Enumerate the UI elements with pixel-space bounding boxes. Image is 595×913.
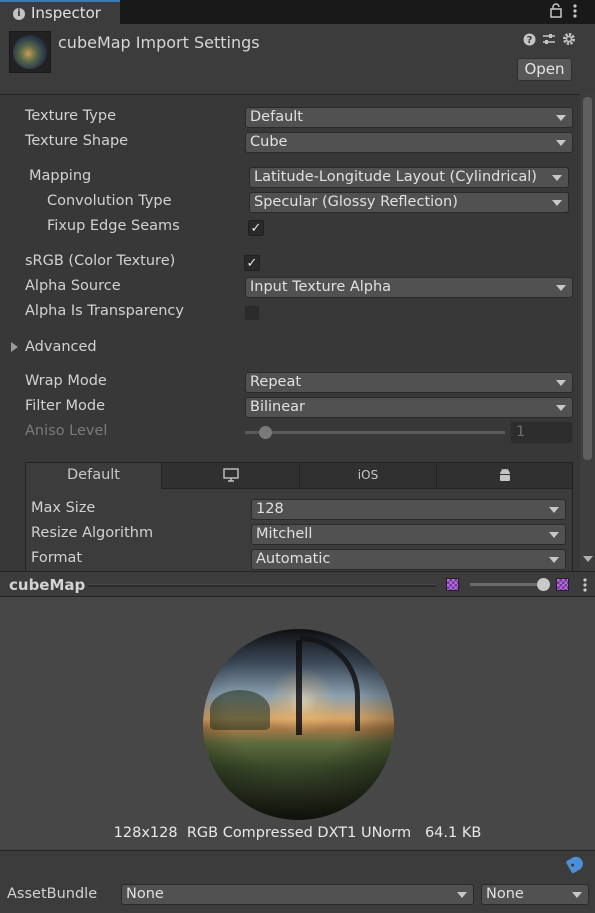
aniso-level-slider[interactable] <box>245 431 505 434</box>
texture-type-dropdown[interactable]: Default <box>245 107 573 128</box>
alpha-source-value: Input Texture Alpha <box>250 279 392 295</box>
texture-shape-label: Texture Shape <box>25 133 129 149</box>
asset-bundle-name-dropdown[interactable]: None <box>121 884 474 905</box>
filter-mode-dropdown[interactable]: Bilinear <box>245 397 573 418</box>
chevron-down-icon <box>572 892 582 898</box>
chevron-down-icon <box>552 175 562 181</box>
preview-more-options-icon[interactable] <box>582 577 588 597</box>
chevron-down-icon <box>556 405 566 411</box>
mapping-label: Mapping <box>29 168 92 184</box>
wrap-mode-label: Wrap Mode <box>25 373 107 389</box>
scroll-down-arrow-icon[interactable] <box>583 556 593 562</box>
format-label: Format <box>31 550 83 566</box>
platform-tabs: Default iOS <box>25 462 573 489</box>
wrap-mode-dropdown[interactable]: Repeat <box>245 372 573 393</box>
mip-large-icon <box>556 578 569 591</box>
preview-drag-handle[interactable] <box>88 584 436 587</box>
srgb-checkbox[interactable]: ✓ <box>244 255 260 271</box>
max-size-dropdown[interactable]: 128 <box>251 499 566 520</box>
alpha-source-label: Alpha Source <box>25 278 121 294</box>
convolution-type-value: Specular (Glossy Reflection) <box>254 194 458 210</box>
alpha-is-transparency-label: Alpha Is Transparency <box>25 303 184 319</box>
asset-bundle-variant-dropdown[interactable]: None <box>481 884 589 905</box>
resize-algorithm-label: Resize Algorithm <box>31 525 154 541</box>
asset-bundle-label: AssetBundle <box>7 886 98 902</box>
mapping-dropdown[interactable]: Latitude-Longitude Layout (Cylindrical) <box>249 167 569 188</box>
format-value: Automatic <box>256 551 331 567</box>
advanced-foldout[interactable]: Advanced <box>25 339 97 355</box>
chevron-down-icon <box>556 380 566 386</box>
android-icon <box>498 467 512 483</box>
convolution-type-label: Convolution Type <box>47 193 172 209</box>
wrap-mode-value: Repeat <box>250 374 302 390</box>
mapping-value: Latitude-Longitude Layout (Cylindrical) <box>254 169 537 185</box>
expand-arrow-icon[interactable] <box>11 342 18 352</box>
texture-shape-value: Cube <box>250 134 288 150</box>
fixup-edge-seams-checkbox[interactable]: ✓ <box>248 220 264 236</box>
lock-icon[interactable] <box>550 3 562 22</box>
aniso-level-label: Aniso Level <box>25 423 108 439</box>
tab-standalone[interactable] <box>162 463 300 488</box>
alpha-is-transparency-checkbox[interactable] <box>244 305 260 321</box>
max-size-label: Max Size <box>31 500 96 516</box>
convolution-type-dropdown[interactable]: Specular (Glossy Reflection) <box>249 192 569 213</box>
srgb-label: sRGB (Color Texture) <box>25 253 176 269</box>
chevron-down-icon <box>457 892 467 898</box>
sphere-shading <box>203 629 394 820</box>
filter-mode-value: Bilinear <box>250 399 305 415</box>
chevron-down-icon <box>549 507 559 513</box>
mip-level-slider-handle[interactable] <box>537 578 550 591</box>
chevron-down-icon <box>556 285 566 291</box>
tab-default[interactable]: Default <box>26 463 162 489</box>
resize-algorithm-dropdown[interactable]: Mitchell <box>251 524 566 545</box>
chevron-down-icon <box>549 557 559 563</box>
aniso-level-field[interactable]: 1 <box>510 421 573 444</box>
tab-inspector-label: Inspector <box>31 4 101 22</box>
texture-info-text: 128x128 RGB Compressed DXT1 UNorm 64.1 K… <box>113 825 482 841</box>
page-title: cubeMap Import Settings <box>58 33 260 52</box>
monitor-icon <box>222 467 239 483</box>
asset-bundle-name-value: None <box>126 886 164 902</box>
chevron-down-icon <box>556 140 566 146</box>
svg-text:?: ? <box>527 35 533 46</box>
texture-thumbnail <box>9 31 51 73</box>
preview-title: cubeMap <box>9 576 86 594</box>
tab-inspector[interactable]: i Inspector <box>0 0 120 24</box>
help-icon[interactable]: ? <box>523 33 536 50</box>
fixup-edge-seams-label: Fixup Edge Seams <box>47 218 180 234</box>
mip-level-slider[interactable] <box>470 583 545 586</box>
texture-type-label: Texture Type <box>25 108 116 124</box>
texture-type-value: Default <box>250 109 303 125</box>
alpha-source-dropdown[interactable]: Input Texture Alpha <box>245 277 573 298</box>
tab-android[interactable] <box>437 463 572 488</box>
asset-bundle-variant-value: None <box>486 886 524 902</box>
scrollbar-thumb[interactable] <box>583 97 592 460</box>
filter-mode-label: Filter Mode <box>25 398 106 414</box>
mip-small-icon <box>446 578 459 591</box>
gear-icon[interactable] <box>562 32 576 50</box>
more-options-icon[interactable] <box>572 3 578 23</box>
chevron-down-icon <box>549 532 559 538</box>
aniso-level-slider-handle[interactable] <box>259 426 272 439</box>
open-button[interactable]: Open <box>517 58 572 81</box>
resize-algorithm-value: Mitchell <box>256 526 313 542</box>
texture-shape-dropdown[interactable]: Cube <box>245 132 573 153</box>
format-dropdown[interactable]: Automatic <box>251 549 566 570</box>
tab-ios[interactable]: iOS <box>300 463 437 488</box>
info-icon: i <box>13 8 25 20</box>
chevron-down-icon <box>552 200 562 206</box>
preset-icon[interactable] <box>542 33 556 50</box>
chevron-down-icon <box>556 115 566 121</box>
max-size-value: 128 <box>256 501 284 517</box>
